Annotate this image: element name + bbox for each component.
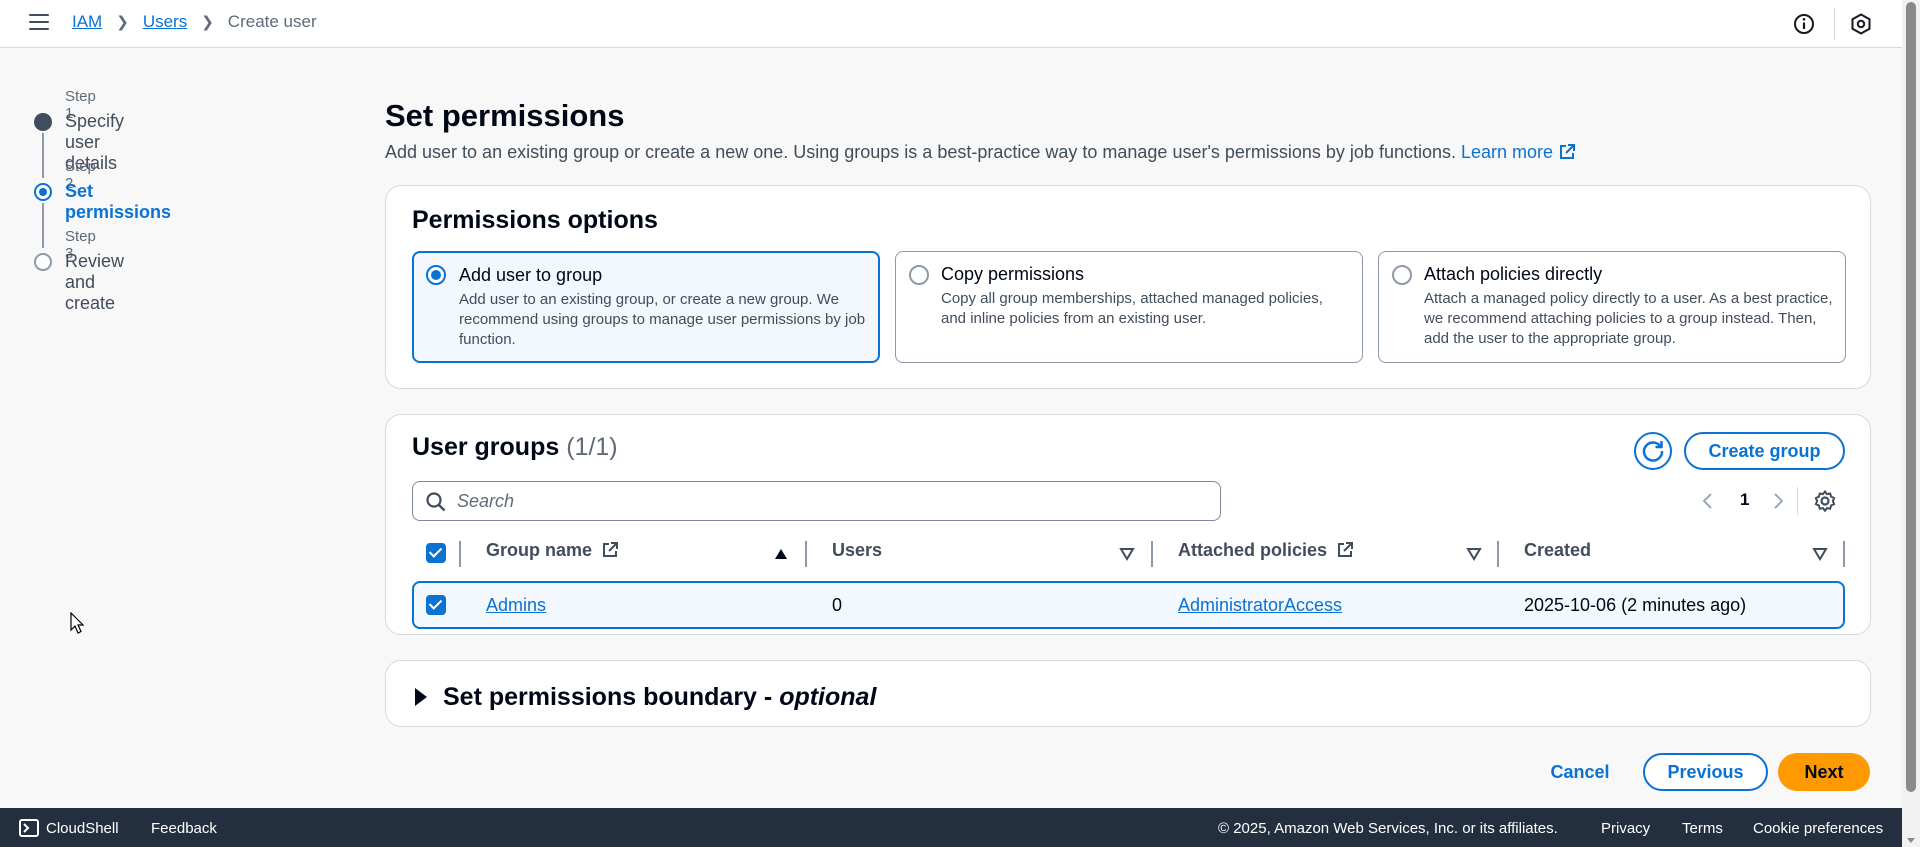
- step-2-title: Set permissions: [65, 181, 172, 222]
- scroll-down-arrow-icon[interactable]: [1907, 838, 1915, 843]
- page-description: Add user to an existing group or create …: [385, 142, 1576, 163]
- breadcrumb: IAM ❯ Users ❯ Create user: [72, 12, 317, 32]
- table-row[interactable]: Admins 0 AdministratorAccess 2025-10-06 …: [412, 581, 1845, 629]
- chevron-right-icon[interactable]: [1770, 491, 1786, 511]
- copyright-text: © 2025, Amazon Web Services, Inc. or its…: [1218, 820, 1558, 837]
- column-header-group-name[interactable]: Group name: [486, 540, 619, 570]
- step-connector: [42, 203, 44, 248]
- step-complete-dot: [34, 113, 52, 131]
- users-cell: 0: [832, 595, 843, 615]
- policies-cell: AdministratorAccess: [1178, 595, 1342, 616]
- option-title: Copy permissions: [941, 264, 1085, 284]
- pagination: 1: [1700, 487, 1790, 515]
- sort-ascending-icon[interactable]: [773, 547, 789, 561]
- radio-unselected[interactable]: [1392, 265, 1412, 285]
- row-checkbox[interactable]: [426, 595, 446, 615]
- sort-icon[interactable]: [1119, 547, 1135, 561]
- create-group-button[interactable]: Create group: [1684, 432, 1845, 470]
- top-navigation-bar: IAM ❯ Users ❯ Create user: [0, 0, 1902, 48]
- radio-selected[interactable]: [426, 265, 446, 285]
- info-icon[interactable]: [1792, 12, 1816, 36]
- privacy-link[interactable]: Privacy: [1601, 820, 1650, 837]
- column-divider: [805, 541, 807, 567]
- option-copy-permissions[interactable]: Copy permissions Copy all group membersh…: [895, 251, 1363, 363]
- step-3-title: Review and create: [65, 251, 125, 313]
- select-all-checkbox[interactable]: [426, 543, 446, 563]
- option-title: Add user to group: [459, 265, 603, 285]
- column-header-created[interactable]: Created: [1524, 540, 1591, 570]
- external-link-icon: [1338, 542, 1354, 557]
- breadcrumb-current: Create user: [227, 12, 317, 31]
- learn-more-link[interactable]: Learn more: [1461, 142, 1576, 162]
- gear-icon[interactable]: [1813, 489, 1837, 513]
- refresh-icon: [1642, 441, 1664, 462]
- divider: [1834, 8, 1835, 40]
- caret-right-icon[interactable]: [415, 688, 427, 706]
- option-description: Copy all group memberships, attached man…: [941, 290, 1323, 327]
- option-add-user-to-group[interactable]: Add user to group Add user to an existin…: [412, 251, 880, 363]
- column-divider: [1497, 541, 1499, 567]
- refresh-button[interactable]: [1634, 432, 1672, 470]
- mouse-cursor-icon: [70, 612, 84, 634]
- column-divider: [1151, 541, 1153, 567]
- group-link[interactable]: Admins: [486, 595, 546, 615]
- footer: CloudShell Feedback © 2025, Amazon Web S…: [0, 808, 1902, 847]
- terms-link[interactable]: Terms: [1682, 820, 1723, 837]
- feedback-link[interactable]: Feedback: [151, 820, 217, 837]
- search-icon: [426, 492, 446, 512]
- option-attach-policies-directly[interactable]: Attach policies directly Attach a manage…: [1378, 251, 1846, 363]
- permissions-options-title: Permissions options: [412, 206, 658, 234]
- cookie-preferences-link[interactable]: Cookie preferences: [1753, 820, 1883, 837]
- previous-button[interactable]: Previous: [1643, 753, 1768, 791]
- vertical-scrollbar[interactable]: [1902, 0, 1920, 847]
- step-connector: [42, 133, 44, 178]
- next-button[interactable]: Next: [1778, 753, 1870, 791]
- breadcrumb-users[interactable]: Users: [143, 12, 187, 32]
- sort-icon[interactable]: [1812, 547, 1828, 561]
- menu-icon[interactable]: [29, 14, 49, 32]
- chevron-right-icon: ❯: [116, 14, 129, 31]
- description-text: Add user to an existing group or create …: [385, 142, 1456, 162]
- cloudshell-link[interactable]: CloudShell: [46, 820, 119, 837]
- search-placeholder: Search: [457, 491, 515, 511]
- column-divider: [1843, 541, 1845, 567]
- external-link-icon: [1560, 144, 1576, 159]
- user-groups-title: User groups (1/1): [412, 433, 618, 461]
- cloudshell-icon[interactable]: [19, 819, 39, 837]
- external-link-icon: [603, 542, 619, 557]
- column-header-attached-policies[interactable]: Attached policies: [1178, 540, 1354, 570]
- settings-hexagon-icon[interactable]: [1849, 12, 1873, 36]
- chevron-right-icon: ❯: [201, 14, 214, 31]
- search-input[interactable]: Search: [412, 481, 1221, 521]
- option-description: Attach a managed policy directly to a us…: [1424, 290, 1833, 347]
- scrollbar-thumb[interactable]: [1906, 2, 1916, 792]
- user-groups-count: (1/1): [566, 433, 618, 461]
- breadcrumb-iam[interactable]: IAM: [72, 12, 102, 32]
- policy-link[interactable]: AdministratorAccess: [1178, 595, 1342, 615]
- option-title: Attach policies directly: [1424, 264, 1603, 284]
- column-divider: [459, 541, 461, 567]
- divider: [1797, 487, 1798, 515]
- sort-icon[interactable]: [1466, 547, 1482, 561]
- page-title: Set permissions: [385, 98, 625, 133]
- chevron-left-icon[interactable]: [1700, 491, 1716, 511]
- cancel-button[interactable]: Cancel: [1530, 753, 1630, 791]
- group-name-cell: Admins: [486, 595, 546, 616]
- permissions-boundary-title[interactable]: Set permissions boundary - optional: [443, 683, 876, 712]
- step-active-dot: [34, 183, 52, 201]
- page-number[interactable]: 1: [1740, 490, 1749, 510]
- step-pending-dot: [34, 253, 52, 271]
- column-header-users[interactable]: Users: [832, 540, 882, 570]
- created-cell: 2025-10-06 (2 minutes ago): [1524, 595, 1747, 615]
- option-description: Add user to an existing group, or create…: [459, 291, 866, 348]
- radio-unselected[interactable]: [909, 265, 929, 285]
